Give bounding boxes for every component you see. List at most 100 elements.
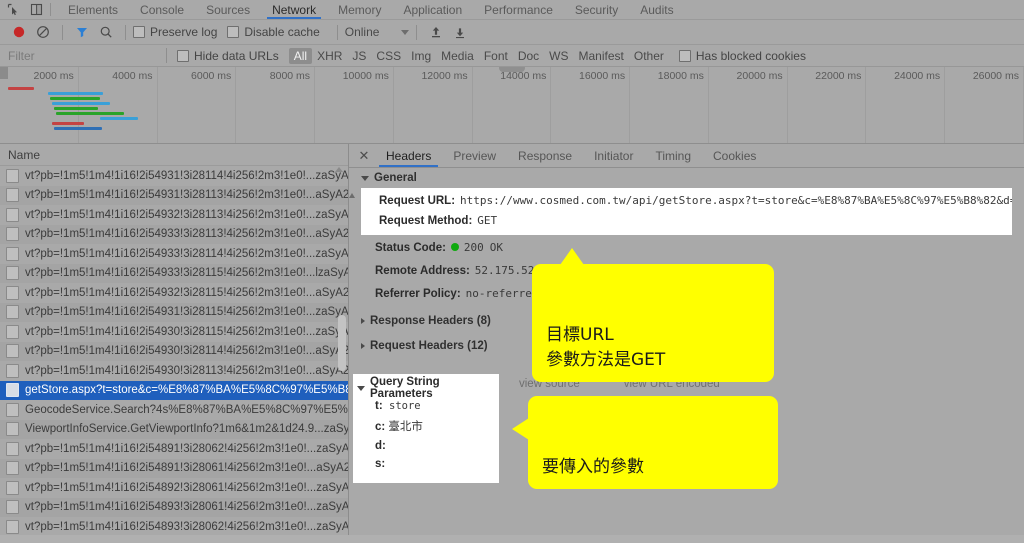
request-row[interactable]: vt?pb=!1m5!1m4!1i16!2i54932!3i28113!4i25… (0, 205, 348, 225)
chevron-down-icon[interactable] (357, 385, 365, 391)
filter-type-css[interactable]: CSS (371, 48, 406, 64)
request-row-name: ViewportInfoService.GetViewportInfo?1m6&… (25, 423, 348, 436)
chevron-right-icon[interactable] (361, 318, 365, 324)
scrollbar-thumb[interactable] (338, 315, 346, 371)
tab-security[interactable]: Security (564, 0, 629, 19)
chevron-down-icon[interactable] (401, 29, 410, 35)
callout-tail-up (560, 248, 584, 265)
request-row[interactable]: GeocodeService.Search?4s%E8%87%BA%E5%8C%… (0, 400, 348, 420)
tab-initiator[interactable]: Initiator (583, 144, 644, 167)
hide-data-urls-checkbox[interactable]: Hide data URLs (177, 49, 279, 63)
timeline-window-handle[interactable] (499, 67, 525, 72)
filter-type-manifest[interactable]: Manifest (574, 48, 629, 64)
export-har-icon[interactable] (448, 22, 472, 42)
request-row[interactable]: vt?pb=!1m5!1m4!1i16!2i54931!3i28114!4i25… (0, 166, 348, 186)
detail-scrollbar[interactable] (349, 193, 356, 198)
hide-data-urls-checkbox-box[interactable] (177, 49, 189, 62)
throttling-select[interactable]: Online (345, 25, 410, 39)
filter-type-js[interactable]: JS (347, 48, 371, 64)
timeline-tick-label: 4000 ms (112, 70, 153, 82)
response-headers-label: Response Headers (8) (370, 315, 491, 327)
filter-type-ws[interactable]: WS (544, 48, 573, 64)
request-type-icon (6, 324, 19, 339)
chevron-right-icon[interactable] (361, 343, 365, 349)
request-row[interactable]: ViewportInfoService.GetViewportInfo?1m6&… (0, 419, 348, 439)
tab-console[interactable]: Console (129, 0, 195, 19)
inspect-element-icon[interactable] (5, 3, 21, 17)
tab-memory[interactable]: Memory (327, 0, 392, 19)
request-row[interactable]: vt?pb=!1m5!1m4!1i16!2i54930!3i28115!4i25… (0, 322, 348, 342)
request-row[interactable]: vt?pb=!1m5!1m4!1i16!2i54893!3i28061!4i25… (0, 497, 348, 517)
tab-sources[interactable]: Sources (195, 0, 261, 19)
request-list-scrollbar[interactable] (335, 165, 346, 533)
timeline-tick: 10000 ms (315, 67, 394, 143)
tab-audits[interactable]: Audits (629, 0, 684, 19)
request-row[interactable]: vt?pb=!1m5!1m4!1i16!2i54930!3i28113!4i25… (0, 361, 348, 381)
request-type-icon (6, 246, 19, 261)
timeline-tick-label: 18000 ms (657, 70, 704, 82)
request-row[interactable]: vt?pb=!1m5!1m4!1i16!2i54891!3i28062!4i25… (0, 439, 348, 459)
tab-cookies[interactable]: Cookies (702, 144, 767, 167)
record-button-icon[interactable] (7, 22, 31, 42)
request-type-icon (6, 422, 19, 437)
request-row-name: vt?pb=!1m5!1m4!1i16!2i54931!3i28115!4i25… (25, 306, 348, 319)
clear-icon[interactable] (31, 22, 55, 42)
request-row[interactable]: vt?pb=!1m5!1m4!1i16!2i54933!3i28113!4i25… (0, 224, 348, 244)
request-type-icon (6, 188, 19, 203)
timeline-left-grip[interactable] (0, 67, 8, 79)
request-row[interactable]: vt?pb=!1m5!1m4!1i16!2i54931!3i28113!4i25… (0, 185, 348, 205)
general-section-header[interactable]: General (357, 168, 1024, 188)
close-icon[interactable]: ✕ (353, 144, 375, 167)
tab-preview[interactable]: Preview (442, 144, 507, 167)
filter-type-media[interactable]: Media (436, 48, 479, 64)
tab-timing-label: Timing (655, 148, 692, 163)
disable-cache-checkbox[interactable]: Disable cache (227, 25, 320, 39)
request-rows-container[interactable]: vt?pb=!1m5!1m4!1i16!2i54931!3i28114!4i25… (0, 166, 348, 535)
query-string-section-header[interactable]: Query String Parameters (353, 376, 499, 400)
scroll-up-arrow-icon[interactable] (335, 167, 343, 172)
chevron-down-icon[interactable] (361, 175, 369, 181)
tab-headers[interactable]: Headers (375, 144, 442, 167)
has-blocked-cookies-checkbox[interactable]: Has blocked cookies (678, 49, 806, 63)
filter-type-font[interactable]: Font (479, 48, 513, 64)
import-har-icon[interactable] (424, 22, 448, 42)
request-row[interactable]: vt?pb=!1m5!1m4!1i16!2i54932!3i28115!4i25… (0, 283, 348, 303)
toggle-device-toolbar-icon[interactable] (28, 3, 44, 17)
filter-type-all[interactable]: All (288, 47, 313, 64)
network-overview-timeline[interactable]: 2000 ms 4000 ms 6000 ms 8000 ms 10000 ms 1200… (0, 67, 1024, 144)
throttling-value: Online (344, 25, 380, 39)
request-row-name: vt?pb=!1m5!1m4!1i16!2i54931!3i28114!4i25… (25, 169, 348, 182)
bottom-strip (0, 535, 1024, 543)
request-row[interactable]: vt?pb=!1m5!1m4!1i16!2i54892!3i28061!4i25… (0, 478, 348, 498)
tab-network[interactable]: Network (261, 0, 327, 19)
request-row[interactable]: vt?pb=!1m5!1m4!1i16!2i54893!3i28062!4i25… (0, 517, 348, 535)
request-row[interactable]: vt?pb=!1m5!1m4!1i16!2i54933!3i28115!4i25… (0, 263, 348, 283)
filter-type-xhr[interactable]: XHR (312, 48, 347, 64)
query-param-value: 臺北市 (385, 421, 423, 433)
filter-type-other[interactable]: Other (629, 48, 669, 64)
request-row[interactable]: vt?pb=!1m5!1m4!1i16!2i54930!3i28114!4i25… (0, 341, 348, 361)
preserve-log-checkbox[interactable]: Preserve log (133, 25, 217, 39)
request-url-highlight-box: Request URL: https://www.cosmed.com.tw/a… (361, 188, 1012, 235)
search-icon[interactable] (94, 22, 118, 42)
filter-input[interactable]: Filter (8, 49, 160, 63)
tab-timing[interactable]: Timing (644, 144, 702, 167)
tab-performance[interactable]: Performance (473, 0, 564, 19)
tab-elements[interactable]: Elements (57, 0, 129, 19)
filter-funnel-icon[interactable] (70, 22, 94, 42)
network-main-area: Name vt?pb=!1m5!1m4!1i16!2i54931!3i28114… (0, 144, 1024, 535)
filter-type-img[interactable]: Img (406, 48, 436, 64)
tab-application[interactable]: Application (392, 0, 473, 19)
request-row[interactable]: vt?pb=!1m5!1m4!1i16!2i54931!3i28115!4i25… (0, 302, 348, 322)
request-row[interactable]: vt?pb=!1m5!1m4!1i16!2i54891!3i28061!4i25… (0, 458, 348, 478)
has-blocked-cookies-checkbox-box[interactable] (678, 49, 691, 62)
request-row-name: vt?pb=!1m5!1m4!1i16!2i54930!3i28114!4i25… (25, 345, 348, 358)
tab-response[interactable]: Response (507, 144, 583, 167)
filter-type-doc[interactable]: Doc (513, 48, 544, 64)
scroll-up-arrow-icon[interactable] (349, 193, 355, 198)
disable-cache-checkbox-box[interactable] (227, 26, 240, 38)
timeline-request-bar (8, 87, 34, 90)
request-row-selected[interactable]: getStore.aspx?t=store&c=%E8%87%BA%E5%8C%… (0, 380, 348, 400)
request-row[interactable]: vt?pb=!1m5!1m4!1i16!2i54933!3i28114!4i25… (0, 244, 348, 264)
preserve-log-checkbox-box[interactable] (133, 26, 145, 38)
